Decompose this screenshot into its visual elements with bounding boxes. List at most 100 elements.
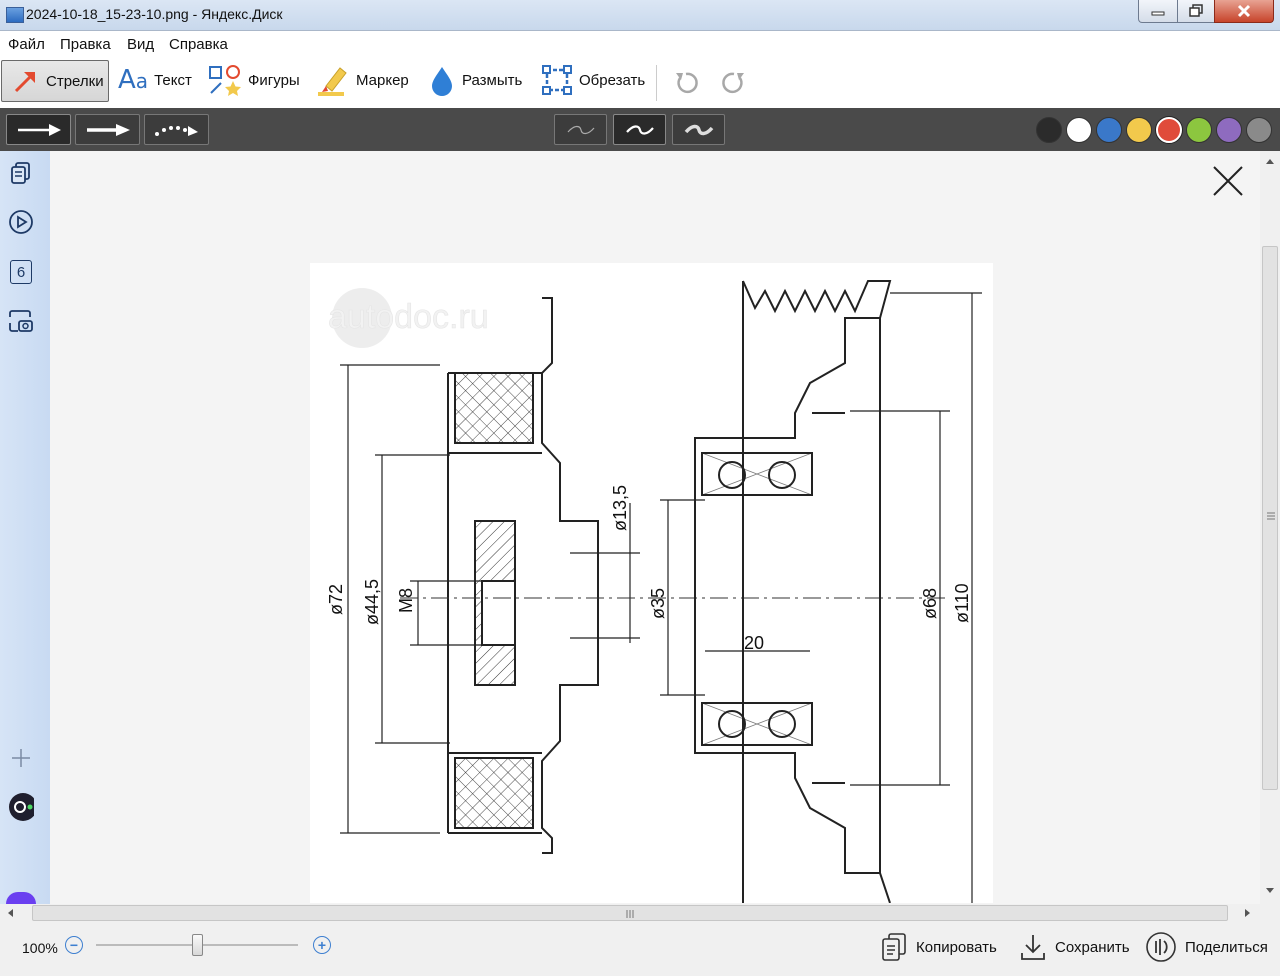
copy-button[interactable]: Копировать (880, 932, 997, 962)
tool-blur[interactable]: Размыть (428, 57, 522, 103)
counter-label: 6 (16, 263, 26, 281)
menu-edit[interactable]: Правка (60, 36, 111, 53)
blur-tool-icon (432, 67, 452, 96)
zoom-slider-thumb[interactable] (192, 934, 203, 956)
menu-bar: Файл Правка Вид Справка (0, 31, 1280, 57)
stroke-thick[interactable] (672, 114, 725, 145)
tool-label: Фигуры (248, 71, 300, 89)
close-window-button[interactable] (1214, 0, 1274, 23)
undo-button[interactable] (673, 69, 699, 98)
tool-arrows[interactable]: Стрелки (1, 60, 109, 102)
color-swatch[interactable] (1216, 117, 1242, 143)
toolbar: Стрелки Aa Текст Фигуры Маркер Размыть О… (0, 57, 1280, 108)
save-button[interactable]: Сохранить (1019, 932, 1130, 962)
dim-d68: ø68 (920, 588, 940, 619)
scroll-right-icon[interactable] (1244, 908, 1252, 918)
minus-icon: − (69, 937, 79, 953)
thin-wave-icon (567, 125, 594, 134)
tool-shapes[interactable]: Фигуры (208, 57, 300, 103)
hub-section (447, 297, 599, 854)
minimize-button[interactable] (1138, 0, 1178, 23)
app-icon (6, 7, 24, 23)
marker-tool-icon (318, 67, 347, 96)
redo-button[interactable] (721, 69, 747, 98)
restore-button[interactable] (1177, 0, 1215, 23)
plus-icon: + (317, 937, 327, 953)
color-swatch[interactable] (1036, 117, 1062, 143)
grip-icon (1267, 512, 1275, 520)
stroke-thin[interactable] (554, 114, 607, 145)
color-swatch[interactable] (1156, 117, 1182, 143)
shapes-tool-icon (209, 65, 241, 96)
arrow-style-solid[interactable] (6, 114, 71, 145)
close-icon (1213, 166, 1243, 196)
menu-file[interactable]: Файл (8, 36, 45, 53)
assistant-bubble (6, 892, 36, 904)
zoom-in-button[interactable]: + (313, 936, 331, 954)
restore-icon (1189, 4, 1203, 17)
sidebar-item-counter[interactable]: 6 (8, 259, 34, 285)
color-swatch[interactable] (1066, 117, 1092, 143)
color-swatch[interactable] (1126, 117, 1152, 143)
watermark-logo: autodoc.ru (328, 288, 489, 348)
tool-label: Обрезать (579, 71, 646, 89)
title-bar: 2024-10-18_15-23-10.png - Яндекс.Диск (0, 0, 1280, 31)
vertical-scroll-thumb[interactable] (1262, 246, 1278, 790)
share-label: Поделиться (1185, 938, 1268, 956)
medium-wave-icon (625, 124, 654, 135)
close-editor-button[interactable] (1210, 163, 1246, 199)
menu-view[interactable]: Вид (127, 36, 154, 53)
minimize-icon (1151, 11, 1165, 16)
zoom-level: 100% (22, 940, 58, 956)
sidebar-item-video[interactable] (8, 209, 34, 235)
sidebar-item-screenshot[interactable] (8, 309, 34, 335)
scroll-up-icon[interactable] (1265, 157, 1275, 165)
save-label: Сохранить (1055, 938, 1130, 956)
sidebar: 6 (0, 151, 50, 904)
dim-20: 20 (744, 633, 764, 653)
arrow-tool-icon (14, 71, 36, 93)
tool-marker[interactable]: Маркер (314, 57, 409, 103)
dimension-labels: ø72 ø44,5 M8 ø13,5 ø35 20 ø68 ø110 (326, 485, 972, 653)
share-button[interactable]: Поделиться (1145, 932, 1268, 962)
sidebar-item-assistant[interactable] (8, 793, 34, 821)
arrow-style-thick[interactable] (75, 114, 140, 145)
copy-label: Копировать (916, 938, 997, 956)
play-icon (9, 210, 33, 234)
dim-d35: ø35 (648, 588, 668, 619)
toolbar-divider (656, 65, 657, 101)
watermark-text: autodoc.ru (328, 298, 489, 336)
tool-label: Текст (154, 71, 192, 89)
dotted-arrow-icon (154, 125, 198, 136)
stroke-medium[interactable] (613, 114, 666, 145)
sidebar-item-add[interactable] (8, 745, 34, 771)
technical-drawing-image: autodoc.ru ø72 ø44,5 M8 ø13,5 ø35 20 ø68 (310, 263, 993, 903)
close-icon (1237, 4, 1251, 18)
color-swatch[interactable] (1096, 117, 1122, 143)
color-swatch[interactable] (1246, 117, 1272, 143)
options-bar (0, 108, 1280, 151)
pulley-section (694, 280, 892, 903)
tool-crop[interactable]: Обрезать (541, 57, 645, 103)
copy-pages-icon (11, 162, 30, 184)
screenshot-icon (9, 310, 33, 332)
thick-wave-icon (684, 124, 713, 135)
grip-icon (626, 910, 634, 918)
zoom-out-button[interactable]: − (65, 936, 83, 954)
arrow-style-dotted[interactable] (144, 114, 209, 145)
color-swatch[interactable] (1186, 117, 1212, 143)
copy-icon (882, 933, 906, 961)
share-icon (1146, 932, 1176, 962)
scroll-left-icon[interactable] (6, 908, 14, 918)
dim-d44-5: ø44,5 (362, 579, 382, 625)
solid-arrow-icon (17, 123, 61, 136)
text-tool-icon: Aa (118, 65, 149, 95)
tool-text[interactable]: Aa Текст (118, 57, 192, 103)
dim-d110: ø110 (952, 583, 972, 623)
download-icon (1021, 935, 1045, 960)
scroll-down-icon[interactable] (1265, 887, 1275, 895)
crop-tool-icon (542, 65, 572, 95)
horizontal-scroll-thumb[interactable] (32, 905, 1228, 921)
menu-help[interactable]: Справка (169, 36, 228, 53)
sidebar-item-pages[interactable] (8, 160, 34, 186)
